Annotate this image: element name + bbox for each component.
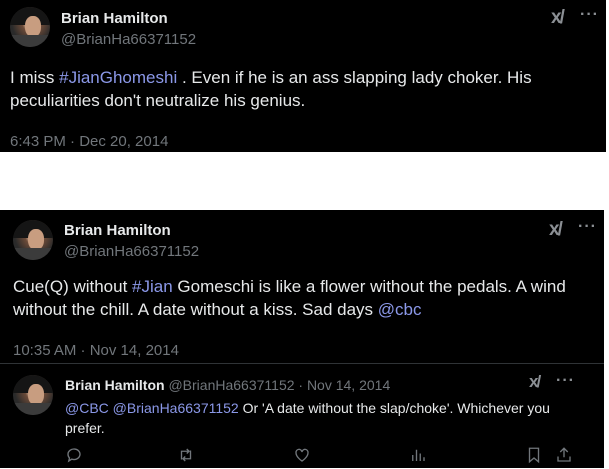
like-icon[interactable] bbox=[293, 446, 311, 464]
grok-icon[interactable]: x/ bbox=[549, 219, 563, 241]
grok-icon[interactable]: x/ bbox=[551, 7, 565, 29]
more-icon[interactable]: ··· bbox=[578, 218, 597, 236]
tweet-timestamp[interactable]: 6:43 PM · Dec 20, 2014 bbox=[10, 133, 168, 150]
reply-header: Brian Hamilton @BrianHa66371152 · Nov 14… bbox=[65, 377, 390, 393]
hashtag-link[interactable]: #JianGhomeshi bbox=[59, 68, 177, 87]
author-handle[interactable]: @BrianHa66371152 bbox=[64, 243, 199, 260]
author-handle[interactable]: @BrianHa66371152 bbox=[61, 31, 196, 48]
reply-author-name[interactable]: Brian Hamilton bbox=[65, 377, 165, 393]
more-icon[interactable]: ··· bbox=[580, 6, 599, 24]
author-name[interactable]: Brian Hamilton bbox=[61, 10, 168, 27]
reply-author-meta[interactable]: @BrianHa66371152 · Nov 14, 2014 bbox=[168, 377, 390, 393]
views-icon[interactable] bbox=[409, 446, 427, 464]
hashtag-link[interactable]: #Jian bbox=[132, 277, 173, 296]
author-name[interactable]: Brian Hamilton bbox=[64, 222, 171, 239]
tweet-text: Cue(Q) without #Jian Gomeschi is like a … bbox=[13, 277, 566, 319]
mention-link[interactable]: @BrianHa66371152 bbox=[113, 400, 239, 416]
divider bbox=[0, 363, 604, 364]
more-icon[interactable]: ··· bbox=[556, 372, 575, 390]
tweet-card-1: Brian Hamilton @BrianHa66371152 x/ ··· I… bbox=[0, 0, 606, 152]
tweet-card-2: Brian Hamilton @BrianHa66371152 x/ ··· C… bbox=[0, 210, 604, 468]
bookmark-icon[interactable] bbox=[525, 446, 543, 464]
share-icon[interactable] bbox=[555, 446, 573, 464]
avatar[interactable] bbox=[13, 220, 53, 260]
grok-icon[interactable]: x/ bbox=[529, 372, 541, 392]
tweet-timestamp[interactable]: 10:35 AM · Nov 14, 2014 bbox=[13, 342, 179, 359]
avatar[interactable] bbox=[10, 7, 50, 47]
reply-icon[interactable] bbox=[65, 446, 83, 464]
reply-avatar[interactable] bbox=[13, 375, 53, 415]
tweet-text: I miss #JianGhomeshi . Even if he is an … bbox=[10, 68, 532, 110]
mention-link[interactable]: @cbc bbox=[378, 300, 422, 319]
reply-text: @CBC @BrianHa66371152 Or 'A date without… bbox=[65, 400, 550, 436]
retweet-icon[interactable] bbox=[177, 446, 195, 464]
mention-link[interactable]: @CBC bbox=[65, 400, 109, 416]
